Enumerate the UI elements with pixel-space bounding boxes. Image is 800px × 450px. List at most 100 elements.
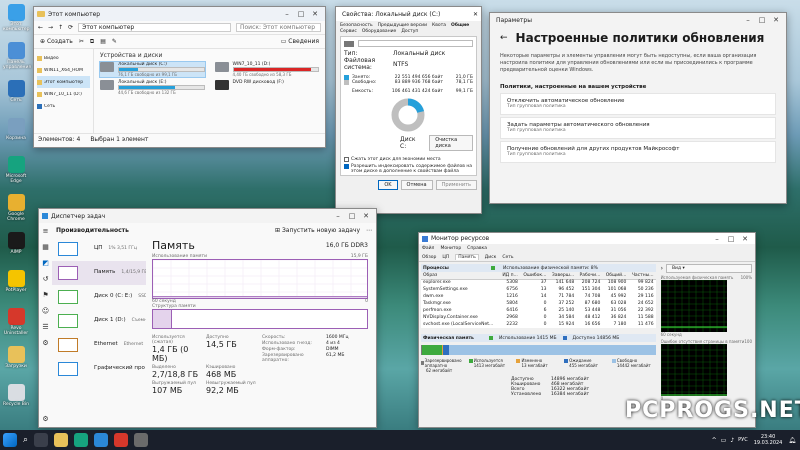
- close-icon[interactable]: ✕: [308, 10, 322, 18]
- process-column-header[interactable]: ИД п...: [499, 272, 520, 280]
- performance-icon[interactable]: ◩: [42, 259, 49, 267]
- services-icon[interactable]: ⚙: [42, 339, 48, 347]
- collapse-arrow-icon[interactable]: ›: [661, 265, 663, 272]
- resmon-titlebar[interactable]: Монитор ресурсов – □ ✕: [419, 233, 755, 244]
- physical-memory-header[interactable]: Физическая память Использование 1415 МБ …: [421, 334, 656, 342]
- cut-icon[interactable]: ✂: [79, 38, 84, 45]
- policy-item[interactable]: Задать параметры автоматического обновле…: [500, 117, 776, 139]
- drive-item[interactable]: Локальный диск (C:) 76,1 ГБ свободно из 9…: [99, 61, 206, 78]
- process-row[interactable]: NVDisplay.Container.exe 2968 0 34 584 48 412…: [421, 314, 656, 321]
- tray-chevron-icon[interactable]: ^: [712, 437, 717, 444]
- desktop-icon[interactable]: Google Chrome: [3, 194, 29, 222]
- details-icon[interactable]: ☰: [42, 323, 48, 331]
- process-row[interactable]: explorer.exe 5308 37 141 648 208 724 108 900 9…: [421, 279, 656, 286]
- network-icon[interactable]: ▭: [721, 437, 727, 444]
- clock[interactable]: 23:40 19.03.2024: [754, 434, 783, 446]
- maximize-icon[interactable]: □: [755, 16, 769, 24]
- resmon-tab[interactable]: Обзор: [422, 255, 436, 260]
- process-column-header[interactable]: Заверш...: [548, 272, 577, 280]
- startup-icon[interactable]: ⚑: [42, 291, 48, 299]
- process-column-header[interactable]: Частны...: [628, 272, 656, 280]
- hamburger-icon[interactable]: ≡: [43, 227, 49, 235]
- minimize-icon[interactable]: –: [280, 10, 294, 18]
- settings-taskbar-icon[interactable]: [134, 433, 149, 447]
- resmon-taskbar-icon[interactable]: [114, 433, 129, 447]
- checkbox-unchecked-icon[interactable]: [344, 157, 349, 162]
- language-indicator[interactable]: РУС: [738, 437, 748, 443]
- back-arrow-icon[interactable]: ←: [500, 33, 508, 43]
- checkbox-checked-icon[interactable]: [344, 164, 349, 169]
- start-icon[interactable]: [3, 433, 17, 447]
- edge-taskbar-icon[interactable]: [74, 433, 89, 447]
- close-icon[interactable]: ✕: [738, 235, 752, 243]
- desktop-icon[interactable]: Загрузки: [3, 346, 29, 369]
- nav-item[interactable]: WIN11_X64_HOM: [37, 64, 90, 76]
- users-icon[interactable]: ☺: [42, 307, 49, 315]
- nav-item[interactable]: Этот компьютер: [37, 76, 90, 88]
- cleanup-button[interactable]: Очистка диска: [429, 135, 473, 151]
- minimize-icon[interactable]: –: [741, 16, 755, 24]
- task-manager-window[interactable]: Диспетчер задач – □ ✕ ≡ ▦ ◩ ↺ ⚑ ☺ ☰ ⚙ ⚙ Производи…: [38, 208, 377, 428]
- props-tab[interactable]: Сервис: [340, 29, 357, 34]
- desktop-icon[interactable]: Microsoft Edge: [3, 156, 29, 184]
- forward-arrow-icon[interactable]: →: [48, 24, 53, 31]
- props-tab[interactable]: Общие: [451, 23, 469, 28]
- resmon-tab[interactable]: Память: [455, 254, 479, 260]
- perf-sidebar-item[interactable]: Память 1,4/15,9 ГБ (9%): [52, 261, 146, 285]
- up-arrow-icon[interactable]: ↑: [58, 24, 63, 31]
- paste-icon[interactable]: ▤: [100, 38, 106, 45]
- taskmgr-titlebar[interactable]: Диспетчер задач – □ ✕: [39, 209, 376, 223]
- desktop-icon[interactable]: Revo Uninstaller: [3, 308, 29, 336]
- drive-label-input[interactable]: [358, 40, 473, 47]
- copy-icon[interactable]: ⧉: [90, 38, 94, 46]
- props-tab[interactable]: Безопасность: [340, 23, 373, 28]
- close-icon[interactable]: ✕: [473, 11, 478, 18]
- history-icon[interactable]: ↺: [43, 275, 49, 283]
- explorer-titlebar[interactable]: Этот компьютер – □ ✕: [34, 7, 325, 21]
- process-row[interactable]: Taskmgr.exe 5804 0 37 252 87 680 63 028 24 652: [421, 300, 656, 307]
- drive-item[interactable]: Локальный диск (E:) 44,6 ГБ свободно из 1…: [100, 80, 205, 95]
- minimize-icon[interactable]: –: [331, 212, 345, 220]
- desktop-icon[interactable]: Панель управления: [3, 42, 31, 70]
- processes-icon[interactable]: ▦: [42, 243, 49, 251]
- perf-sidebar-item[interactable]: ЦП 1% 3,51 ГГц: [52, 237, 146, 261]
- minimize-icon[interactable]: –: [710, 235, 724, 243]
- notifications-icon[interactable]: 🔔︎: [788, 437, 796, 444]
- desktop-icon[interactable]: AIMP: [3, 232, 29, 255]
- desktop-icon[interactable]: Этот компьютер: [3, 4, 30, 32]
- search-icon[interactable]: ⌕: [23, 435, 28, 445]
- more-icon[interactable]: ⋯: [366, 227, 372, 234]
- process-row[interactable]: perfmon.exe 6416 6 25 140 53 448 31 056 22 392: [421, 307, 656, 314]
- resmon-menu-item[interactable]: Справка: [467, 246, 487, 251]
- process-row[interactable]: svchost.exe (LocalServiceNet... 2232 0 15 9…: [421, 321, 656, 328]
- nav-item[interactable]: WIN7_10_11 (D:): [37, 88, 90, 100]
- desktop-icon[interactable]: Recycle Bin: [3, 384, 29, 407]
- props-tab[interactable]: Квота: [432, 23, 446, 28]
- compress-option[interactable]: Сжать этот диск для экономии места: [344, 157, 473, 162]
- perf-sidebar-item[interactable]: Диск 0 (C: E:)SSD0%: [52, 285, 146, 309]
- nav-item[interactable]: Сеть: [37, 100, 90, 112]
- window-controls[interactable]: – □ ✕: [280, 10, 322, 18]
- resmon-tab[interactable]: Диск: [485, 255, 497, 260]
- disk-properties-dialog[interactable]: Свойства: Локальный диск (C:) ✕ Безопасн…: [335, 6, 482, 214]
- props-tab[interactable]: Предыдущие версии: [378, 23, 427, 28]
- resmon-menu-item[interactable]: Монитор: [440, 246, 461, 251]
- settings-titlebar[interactable]: Параметры – □ ✕: [490, 13, 786, 27]
- settings-gear-icon[interactable]: ⚙: [42, 415, 48, 423]
- index-option[interactable]: Разрешить индексировать содержимое файло…: [344, 164, 473, 174]
- props-tab[interactable]: Оборудование: [362, 29, 397, 34]
- address-field[interactable]: Этот компьютер: [78, 23, 231, 32]
- desktop-icon[interactable]: Сеть: [3, 80, 29, 103]
- taskmgr-taskbar-icon[interactable]: [94, 433, 109, 447]
- maximize-icon[interactable]: □: [724, 235, 738, 243]
- perf-sidebar-item[interactable]: EthernetEthernetО: 0 П: 0 Кбит/с: [52, 333, 146, 357]
- volume-icon[interactable]: ♪: [730, 437, 734, 444]
- nav-item[interactable]: Видео: [37, 52, 90, 64]
- settings-window[interactable]: Параметры – □ ✕ ← Настроенные политики обн…: [489, 12, 787, 204]
- back-arrow-icon[interactable]: ←: [38, 24, 43, 31]
- policy-item[interactable]: Получение обновлений для других продукто…: [500, 141, 776, 163]
- close-icon[interactable]: ✕: [769, 16, 783, 24]
- drive-item[interactable]: DVD RW дисковод (F:): [214, 80, 320, 95]
- run-task-button[interactable]: ⊞ Запустить новую задачу: [275, 227, 360, 234]
- maximize-icon[interactable]: □: [294, 10, 308, 18]
